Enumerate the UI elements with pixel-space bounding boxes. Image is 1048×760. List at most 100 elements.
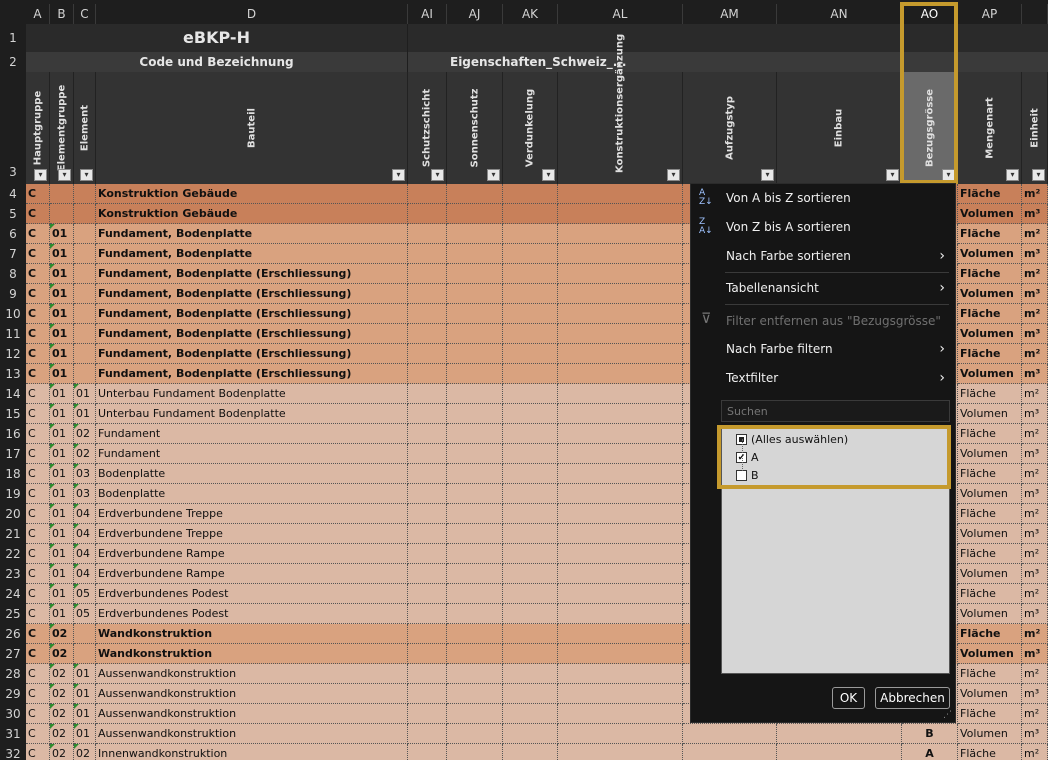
cell-d[interactable]: Erdverbundene Treppe xyxy=(96,524,408,544)
cell-aj[interactable] xyxy=(447,424,503,444)
row-header-1[interactable]: 1 xyxy=(0,28,26,48)
cell-aj[interactable] xyxy=(447,684,503,704)
cell-c[interactable] xyxy=(74,244,96,264)
row-header-24[interactable]: 24 xyxy=(0,584,26,604)
cell-ai[interactable] xyxy=(408,484,447,504)
cell-aq[interactable]: m² xyxy=(1022,184,1048,204)
cell-ai[interactable] xyxy=(408,364,447,384)
cell-ap[interactable]: Fläche xyxy=(958,424,1022,444)
row-header-6[interactable]: 6 xyxy=(0,224,26,244)
cell-d[interactable]: Erdverbundenes Podest xyxy=(96,604,408,624)
cell-aj[interactable] xyxy=(447,624,503,644)
row-header-29[interactable]: 29 xyxy=(0,684,26,704)
cell-a[interactable]: C xyxy=(26,704,50,724)
cell-ap[interactable]: Fläche xyxy=(958,184,1022,204)
cell-aj[interactable] xyxy=(447,564,503,584)
cell-a[interactable]: C xyxy=(26,464,50,484)
cell-am[interactable] xyxy=(683,724,777,744)
cell-al[interactable] xyxy=(558,304,683,324)
cell-al[interactable] xyxy=(558,404,683,424)
cell-b[interactable]: 01 xyxy=(50,304,74,324)
cell-ak[interactable] xyxy=(503,524,558,544)
cell-ak[interactable] xyxy=(503,564,558,584)
cell-a[interactable]: C xyxy=(26,684,50,704)
cell-al[interactable] xyxy=(558,524,683,544)
cell-ak[interactable] xyxy=(503,584,558,604)
cell-a[interactable]: C xyxy=(26,544,50,564)
cell-ap[interactable]: Volumen xyxy=(958,684,1022,704)
cell-c[interactable]: 01 xyxy=(74,684,96,704)
cell-ai[interactable] xyxy=(408,244,447,264)
cell-aq[interactable]: m² xyxy=(1022,744,1048,760)
cell-ap[interactable]: Volumen xyxy=(958,244,1022,264)
row-header-30[interactable]: 30 xyxy=(0,704,26,724)
cell-ak[interactable] xyxy=(503,264,558,284)
cell-c[interactable] xyxy=(74,264,96,284)
cell-aq[interactable]: m² xyxy=(1022,264,1048,284)
cell-aj[interactable] xyxy=(447,364,503,384)
cell-aj[interactable] xyxy=(447,524,503,544)
cell-ak[interactable] xyxy=(503,284,558,304)
cell-ak[interactable] xyxy=(503,704,558,724)
cell-al[interactable] xyxy=(558,544,683,564)
cell-d[interactable]: Fundament, Bodenplatte xyxy=(96,224,408,244)
cell-aj[interactable] xyxy=(447,544,503,564)
cell-a[interactable]: C xyxy=(26,304,50,324)
cell-a[interactable]: C xyxy=(26,664,50,684)
column-header-ap[interactable]: AP xyxy=(958,4,1022,24)
cell-ap[interactable]: Volumen xyxy=(958,284,1022,304)
cell-am[interactable] xyxy=(683,744,777,760)
row-header-23[interactable]: 23 xyxy=(0,564,26,584)
cell-ap[interactable]: Volumen xyxy=(958,324,1022,344)
cell-a[interactable]: C xyxy=(26,444,50,464)
cell-ap[interactable]: Fläche xyxy=(958,584,1022,604)
cell-b[interactable]: 01 xyxy=(50,264,74,284)
cell-ap[interactable]: Fläche xyxy=(958,624,1022,644)
cell-c[interactable] xyxy=(74,344,96,364)
cell-ai[interactable] xyxy=(408,624,447,644)
cell-al[interactable] xyxy=(558,344,683,364)
cell-aq[interactable]: m³ xyxy=(1022,444,1048,464)
cell-c[interactable]: 01 xyxy=(74,724,96,744)
cell-ap[interactable]: Fläche xyxy=(958,664,1022,684)
cell-ak[interactable] xyxy=(503,204,558,224)
cell-c[interactable]: 01 xyxy=(74,384,96,404)
cell-b[interactable]: 02 xyxy=(50,684,74,704)
cell-ak[interactable] xyxy=(503,324,558,344)
cell-aj[interactable] xyxy=(447,224,503,244)
cell-al[interactable] xyxy=(558,624,683,644)
cell-d[interactable]: Unterbau Fundament Bodenplatte xyxy=(96,384,408,404)
cell-c[interactable]: 04 xyxy=(74,504,96,524)
filter-button-al[interactable]: ▾ xyxy=(667,169,680,181)
row-header-26[interactable]: 26 xyxy=(0,624,26,644)
cell-ak[interactable] xyxy=(503,504,558,524)
cell-aj[interactable] xyxy=(447,484,503,504)
cell-aq[interactable]: m³ xyxy=(1022,364,1048,384)
cell-ai[interactable] xyxy=(408,224,447,244)
cell-al[interactable] xyxy=(558,184,683,204)
row-header-18[interactable]: 18 xyxy=(0,464,26,484)
cell-a[interactable]: C xyxy=(26,604,50,624)
cell-ap[interactable]: Volumen xyxy=(958,604,1022,624)
cell-aj[interactable] xyxy=(447,724,503,744)
ok-button[interactable]: OK xyxy=(832,687,865,709)
cell-aj[interactable] xyxy=(447,384,503,404)
cell-ai[interactable] xyxy=(408,564,447,584)
cell-ak[interactable] xyxy=(503,644,558,664)
cell-ao[interactable]: A xyxy=(902,744,958,760)
cell-d[interactable]: Konstruktion Gebäude xyxy=(96,184,408,204)
cell-ak[interactable] xyxy=(503,444,558,464)
cell-aq[interactable]: m² xyxy=(1022,224,1048,244)
row-header-7[interactable]: 7 xyxy=(0,244,26,264)
cell-b[interactable]: 01 xyxy=(50,324,74,344)
cell-aq[interactable]: m² xyxy=(1022,424,1048,444)
cell-aq[interactable]: m³ xyxy=(1022,324,1048,344)
filter-button-aq[interactable]: ▾ xyxy=(1032,169,1045,181)
cell-ai[interactable] xyxy=(408,444,447,464)
cell-ai[interactable] xyxy=(408,384,447,404)
cell-al[interactable] xyxy=(558,504,683,524)
column-header-b[interactable]: B xyxy=(50,4,74,24)
cell-a[interactable]: C xyxy=(26,244,50,264)
row-header-4[interactable]: 4 xyxy=(0,184,26,204)
cell-al[interactable] xyxy=(558,264,683,284)
